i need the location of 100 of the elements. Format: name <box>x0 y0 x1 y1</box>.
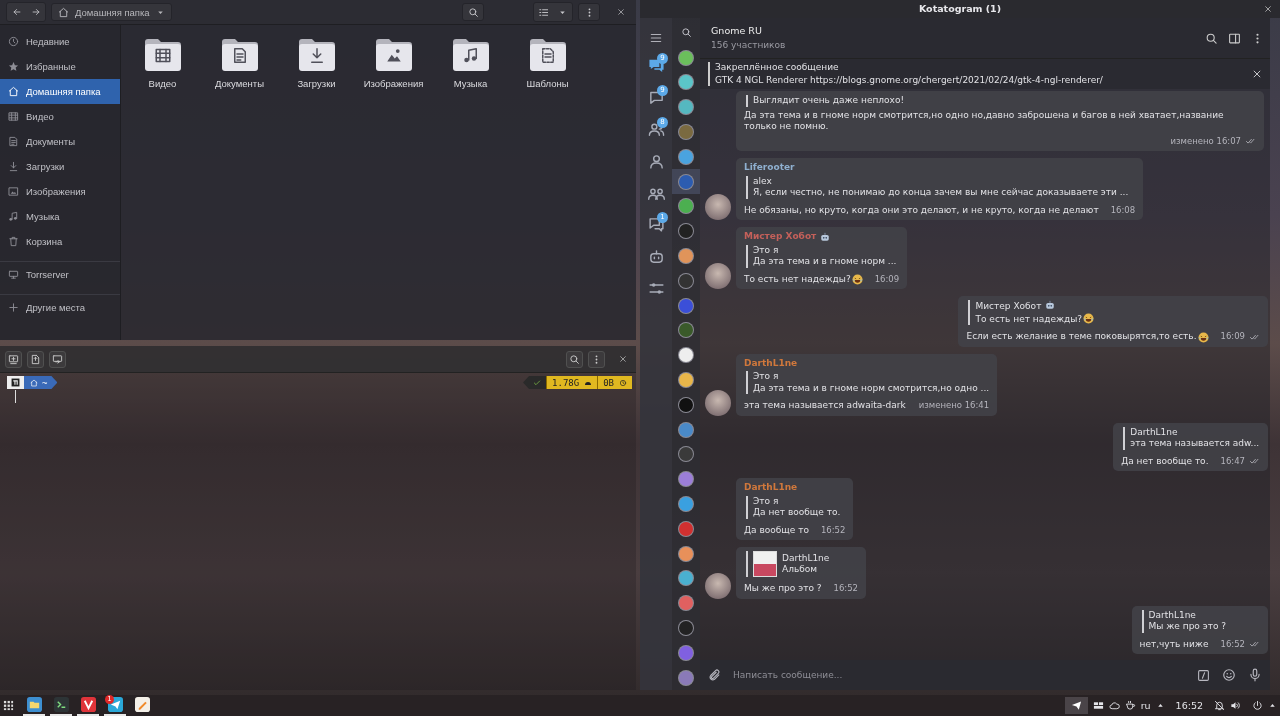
template-folder-icon[interactable] <box>527 36 568 72</box>
reply-author: Мистер Хобот <box>975 301 1042 311</box>
folder-label[interactable]: Видео <box>148 78 177 89</box>
list-view-icon <box>538 6 549 18</box>
paperclip-icon[interactable] <box>708 668 721 682</box>
user-avatar[interactable] <box>705 194 731 220</box>
message-time: 16:09 <box>1220 331 1245 343</box>
reply-quote[interactable]: alex Я, если честно, не понимаю до конца зачем вы мне сейчас доказываете эти ... <box>746 175 1136 199</box>
sidebar-item[interactable]: Музыка <box>0 204 120 229</box>
message-composer[interactable]: Написать сообщение... <box>700 660 1270 690</box>
search-button[interactable] <box>462 3 484 21</box>
sidebar-item[interactable]: Избранные <box>0 54 120 79</box>
folder-label[interactable]: Шаблоны <box>526 78 569 89</box>
people-icon <box>647 121 665 138</box>
taskbar-app[interactable] <box>23 695 45 716</box>
cup-icon[interactable] <box>1124 700 1136 711</box>
message-time: 16:52 <box>1220 638 1245 650</box>
menu-icon[interactable] <box>649 31 663 45</box>
star-icon <box>8 61 19 72</box>
music-folder-icon[interactable] <box>450 36 491 72</box>
reply-quote[interactable]: DarthL1ne эта тема называется adw... <box>1123 426 1260 450</box>
home-icon <box>8 86 19 97</box>
folder-label[interactable]: Документы <box>215 78 264 89</box>
sidebar-item[interactable]: Видео <box>0 104 120 129</box>
chat-bubbles-outline-icon <box>647 216 665 234</box>
reply-quote[interactable]: Выглядит очень даже неплохо! <box>746 95 1256 107</box>
menu-button[interactable] <box>578 3 600 21</box>
message-text: Да эта тема и в гноме норм смотрится,но одно но,давно заброшена и багов в ней хватает,название только не помню. <box>744 109 1225 133</box>
reply-quote[interactable]: Мистер Хобот То есть нет надежды? <box>968 300 1260 325</box>
folder-label[interactable]: Изображения <box>363 78 424 89</box>
reply-author: DarthL1ne <box>782 552 830 563</box>
sidebar-item[interactable]: Недавние <box>0 29 120 54</box>
clock-icon <box>619 378 627 387</box>
sidebar-item[interactable]: Загрузки <box>0 154 120 179</box>
monitor-icon <box>8 269 19 280</box>
reply-text: Да эта тема и в гноме норм ... <box>753 256 897 266</box>
export-button[interactable] <box>27 350 44 368</box>
sidebar-item[interactable]: Изображения <box>0 179 120 204</box>
message-time: 16:09 <box>874 273 900 285</box>
folder-app-icon <box>26 697 42 712</box>
sender-name[interactable]: Liferooter <box>744 162 795 174</box>
window-title: Kotatogram (1) <box>918 3 1002 15</box>
pinned-text[interactable]: GTK 4 NGL Renderer https://blogs.gnome.org/chergert/2021/02/24/gtk-4-ngl-renderer/ <box>715 74 1252 86</box>
pinned-message-bar[interactable]: Закреплённое сообщение GTK 4 NGL Renderer https://blogs.gnome.org/chergert/2021/02/24/gtk-4-ngl-renderer/ <box>700 58 1270 89</box>
user-avatar[interactable] <box>705 389 731 416</box>
user-avatar[interactable] <box>705 572 731 599</box>
caret-up-icon[interactable] <box>1155 701 1165 710</box>
folder-label[interactable]: Загрузки <box>297 78 336 89</box>
film-folder-icon[interactable] <box>142 36 183 72</box>
caret-up-icon[interactable] <box>1268 701 1277 710</box>
window-button[interactable] <box>49 350 66 368</box>
tray-button[interactable] <box>1064 697 1088 714</box>
path-button[interactable]: Домашняя папка <box>51 3 172 21</box>
close-icon[interactable] <box>1264 5 1272 13</box>
terminal-app-icon <box>53 697 69 712</box>
speaker-icon[interactable] <box>1230 700 1241 711</box>
new-tab-button[interactable] <box>5 350 22 368</box>
home-icon <box>30 378 38 387</box>
search-button[interactable] <box>566 350 583 368</box>
reply-author: alex <box>753 175 772 186</box>
reply-text: То есть нет надежды? <box>975 313 1083 324</box>
reply-quote[interactable]: Это я Да эта тема и в гноме норм смотрится,но одно ... <box>746 371 990 394</box>
reply-quote[interactable]: DarthL1ne Альбом <box>746 551 859 577</box>
reply-text: эта тема называется adw... <box>1130 438 1260 448</box>
folder-label[interactable]: Музыка <box>453 78 488 89</box>
message-text: Мы же про это ? <box>744 583 822 595</box>
smiley-icon[interactable] <box>1222 668 1236 682</box>
picture-folder-icon[interactable] <box>373 36 414 72</box>
close-icon[interactable] <box>1252 69 1262 79</box>
user-avatar[interactable] <box>705 263 731 289</box>
taskbar-app[interactable] <box>50 695 72 716</box>
reply-quote[interactable]: Это я Да нет вообще то. <box>746 495 846 519</box>
prompt-path: ~ <box>42 377 48 388</box>
clock-icon <box>8 36 19 47</box>
slash-command-icon[interactable] <box>1197 668 1210 682</box>
search-icon[interactable] <box>680 26 692 38</box>
reply-quote[interactable]: DarthL1ne Мы же про это ? <box>1141 609 1260 633</box>
bell-off-icon[interactable] <box>1214 700 1225 711</box>
message-text: Если есть желание в теме поковырятся,то есть. <box>966 331 1197 343</box>
document-folder-icon[interactable] <box>219 36 260 72</box>
menu-button[interactable] <box>588 350 605 368</box>
sidebar-icon[interactable] <box>1228 31 1241 45</box>
sidebar-item[interactable]: Другие места <box>0 294 120 320</box>
sidebar-item[interactable]: Домашняя папка <box>0 79 120 104</box>
clock-time[interactable]: 16:52 <box>1175 700 1203 711</box>
app-grid-icon[interactable] <box>3 700 14 711</box>
power-icon[interactable] <box>1252 700 1263 711</box>
language-indicator[interactable]: ru <box>1140 700 1151 711</box>
search-icon[interactable] <box>1205 31 1218 45</box>
message-input[interactable]: Написать сообщение... <box>733 670 1185 680</box>
download-folder-icon[interactable] <box>296 36 337 72</box>
sidebar-item[interactable]: Torrserver <box>0 261 120 287</box>
sidebar-item[interactable]: Документы <box>0 129 120 154</box>
reply-author: DarthL1ne <box>1130 426 1178 437</box>
sidebar-item[interactable]: Корзина <box>0 229 120 254</box>
cloud-icon[interactable] <box>1108 700 1120 711</box>
microphone-icon[interactable] <box>1248 668 1262 682</box>
window-tiles-icon[interactable] <box>1092 700 1104 711</box>
taskbar-app[interactable] <box>77 695 99 716</box>
reply-quote[interactable]: Это я Да эта тема и в гноме норм ... <box>746 244 900 268</box>
